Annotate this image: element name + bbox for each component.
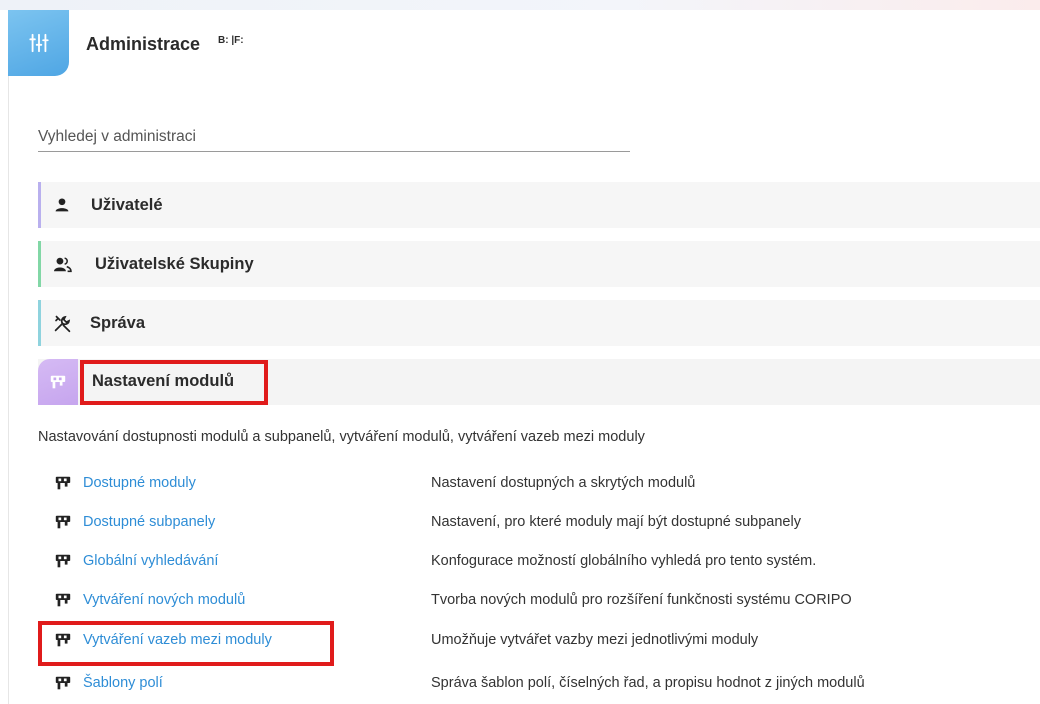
page-header: Administrace B: |F: — [8, 10, 1040, 76]
item-description: Nastavení, pro které moduly mají být dos… — [431, 514, 801, 530]
list-item: Dostupné moduly Nastavení dostupných a s… — [54, 473, 1040, 497]
module-icon — [55, 476, 71, 490]
list-item: Vytváření vazeb mezi moduly Umožňuje vyt… — [54, 630, 1040, 654]
section-accent-bar — [38, 241, 41, 287]
section-accent-bar — [38, 182, 41, 228]
search-input[interactable] — [38, 122, 630, 152]
link-global-search[interactable]: Globální vyhledávání — [83, 553, 218, 569]
module-settings-badge — [38, 359, 78, 405]
section-administration-label: Správa — [90, 314, 146, 332]
link-module-relationships[interactable]: Vytváření vazeb mezi moduly — [83, 632, 272, 648]
admin-badge — [8, 10, 69, 76]
link-available-modules[interactable]: Dostupné moduly — [83, 475, 196, 491]
list-item: Dostupné subpanely Nastavení, pro které … — [54, 512, 1040, 536]
item-description: Správa šablon polí, číselných řad, a pro… — [431, 675, 865, 691]
item-description: Umožňuje vytvářet vazby mezi jednotlivým… — [431, 632, 759, 648]
module-icon — [55, 633, 71, 647]
module-icon — [55, 676, 71, 690]
section-module-settings[interactable]: Nastavení modulů — [38, 359, 1040, 405]
link-create-modules[interactable]: Vytváření nových modulů — [83, 592, 245, 608]
top-strip — [0, 0, 1040, 10]
module-settings-description: Nastavování dostupnosti modulů a subpane… — [38, 429, 645, 445]
item-description: Tvorba nových modulů pro rozšíření funkč… — [431, 592, 852, 608]
page-title: Administrace — [86, 34, 201, 54]
module-icon — [55, 554, 71, 568]
section-user-groups[interactable]: Uživatelské Skupiny — [38, 241, 1040, 287]
section-users[interactable]: Uživatelé — [38, 182, 1040, 228]
item-description: Nastavení dostupných a skrytých modulů — [431, 475, 696, 491]
list-item: Šablony polí Správa šablon polí, číselný… — [54, 673, 1040, 697]
admin-settings-icon — [28, 33, 49, 53]
header-status: B: |F: — [218, 35, 244, 46]
link-field-templates[interactable]: Šablony polí — [83, 675, 163, 691]
module-icon — [55, 593, 71, 607]
section-administration[interactable]: Správa — [38, 300, 1040, 346]
module-settings-icon — [50, 375, 66, 389]
module-icon — [55, 515, 71, 529]
section-users-label: Uživatelé — [91, 196, 163, 214]
section-accent-bar — [38, 300, 41, 346]
list-item: Globální vyhledávání Konfogurace možnost… — [54, 551, 1040, 575]
item-description: Konfogurace možností globálního vyhledá … — [431, 553, 817, 569]
link-available-subpanels[interactable]: Dostupné subpanely — [83, 514, 215, 530]
list-item: Vytváření nových modulů Tvorba nových mo… — [54, 590, 1040, 614]
users-group-icon — [51, 253, 73, 275]
left-border — [8, 10, 9, 704]
section-module-settings-label: Nastavení modulů — [92, 372, 235, 390]
tools-icon — [51, 312, 73, 334]
user-icon — [51, 194, 73, 216]
section-user-groups-label: Uživatelské Skupiny — [95, 255, 254, 273]
